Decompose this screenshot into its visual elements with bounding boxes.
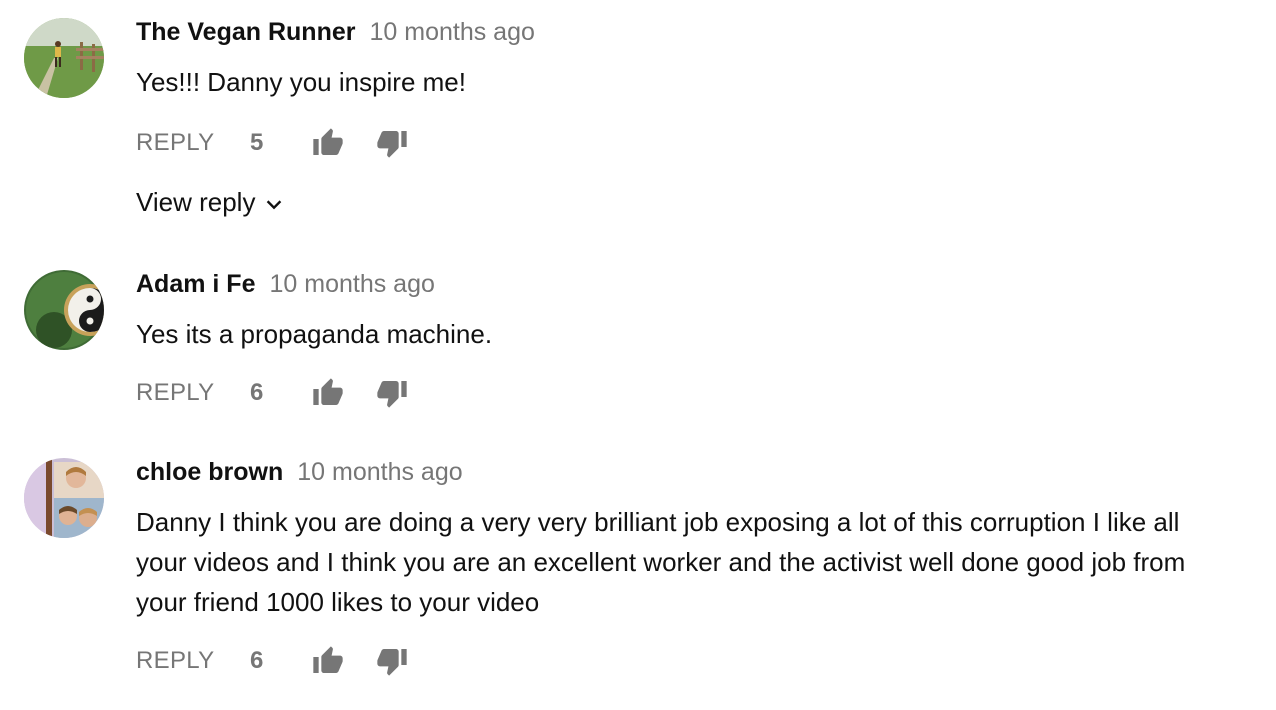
timestamp[interactable]: 10 months ago: [369, 18, 534, 46]
like-count: 5: [250, 129, 264, 156]
like-count: 6: [250, 647, 264, 674]
chevron-down-icon: [263, 193, 285, 215]
view-reply-button[interactable]: View reply: [136, 184, 285, 220]
author-name[interactable]: The Vegan Runner: [136, 18, 355, 46]
comment-actions: REPLY 6: [136, 643, 436, 679]
like-count: 6: [250, 379, 264, 406]
thumbs-up-icon[interactable]: [312, 127, 344, 159]
photo-collage-icon: [24, 458, 104, 538]
comment-actions: REPLY 6: [136, 375, 436, 411]
thumbs-up-icon[interactable]: [312, 377, 344, 409]
thumbs-down-icon[interactable]: [376, 127, 408, 159]
timestamp[interactable]: 10 months ago: [269, 270, 434, 298]
comment-header: The Vegan Runner 10 months ago: [136, 18, 535, 47]
reply-button[interactable]: REPLY: [136, 125, 214, 161]
comment-header: Adam i Fe 10 months ago: [136, 270, 435, 299]
author-name[interactable]: chloe brown: [136, 458, 283, 486]
comment-text: Danny I think you are doing a very very …: [136, 507, 1186, 617]
view-reply-label: View reply: [136, 187, 256, 217]
avatar[interactable]: [24, 458, 104, 538]
thumbs-down-icon[interactable]: [376, 645, 408, 677]
avatar[interactable]: [24, 270, 104, 350]
thumbs-up-icon[interactable]: [312, 645, 344, 677]
avatar[interactable]: [24, 18, 104, 98]
thumbs-down-icon[interactable]: [376, 377, 408, 409]
reply-button[interactable]: REPLY: [136, 643, 214, 679]
reply-button[interactable]: REPLY: [136, 375, 214, 411]
timestamp[interactable]: 10 months ago: [297, 458, 462, 486]
comment-actions: REPLY 5: [136, 125, 436, 161]
comment-text: Yes its a propaganda machine.: [136, 319, 493, 349]
comment-header: chloe brown 10 months ago: [136, 458, 463, 487]
comment-text: Yes!!! Danny you inspire me!: [136, 67, 466, 97]
yin-yang-icon: [24, 270, 104, 350]
author-name[interactable]: Adam i Fe: [136, 270, 255, 298]
runner-photo-icon: [24, 18, 104, 98]
